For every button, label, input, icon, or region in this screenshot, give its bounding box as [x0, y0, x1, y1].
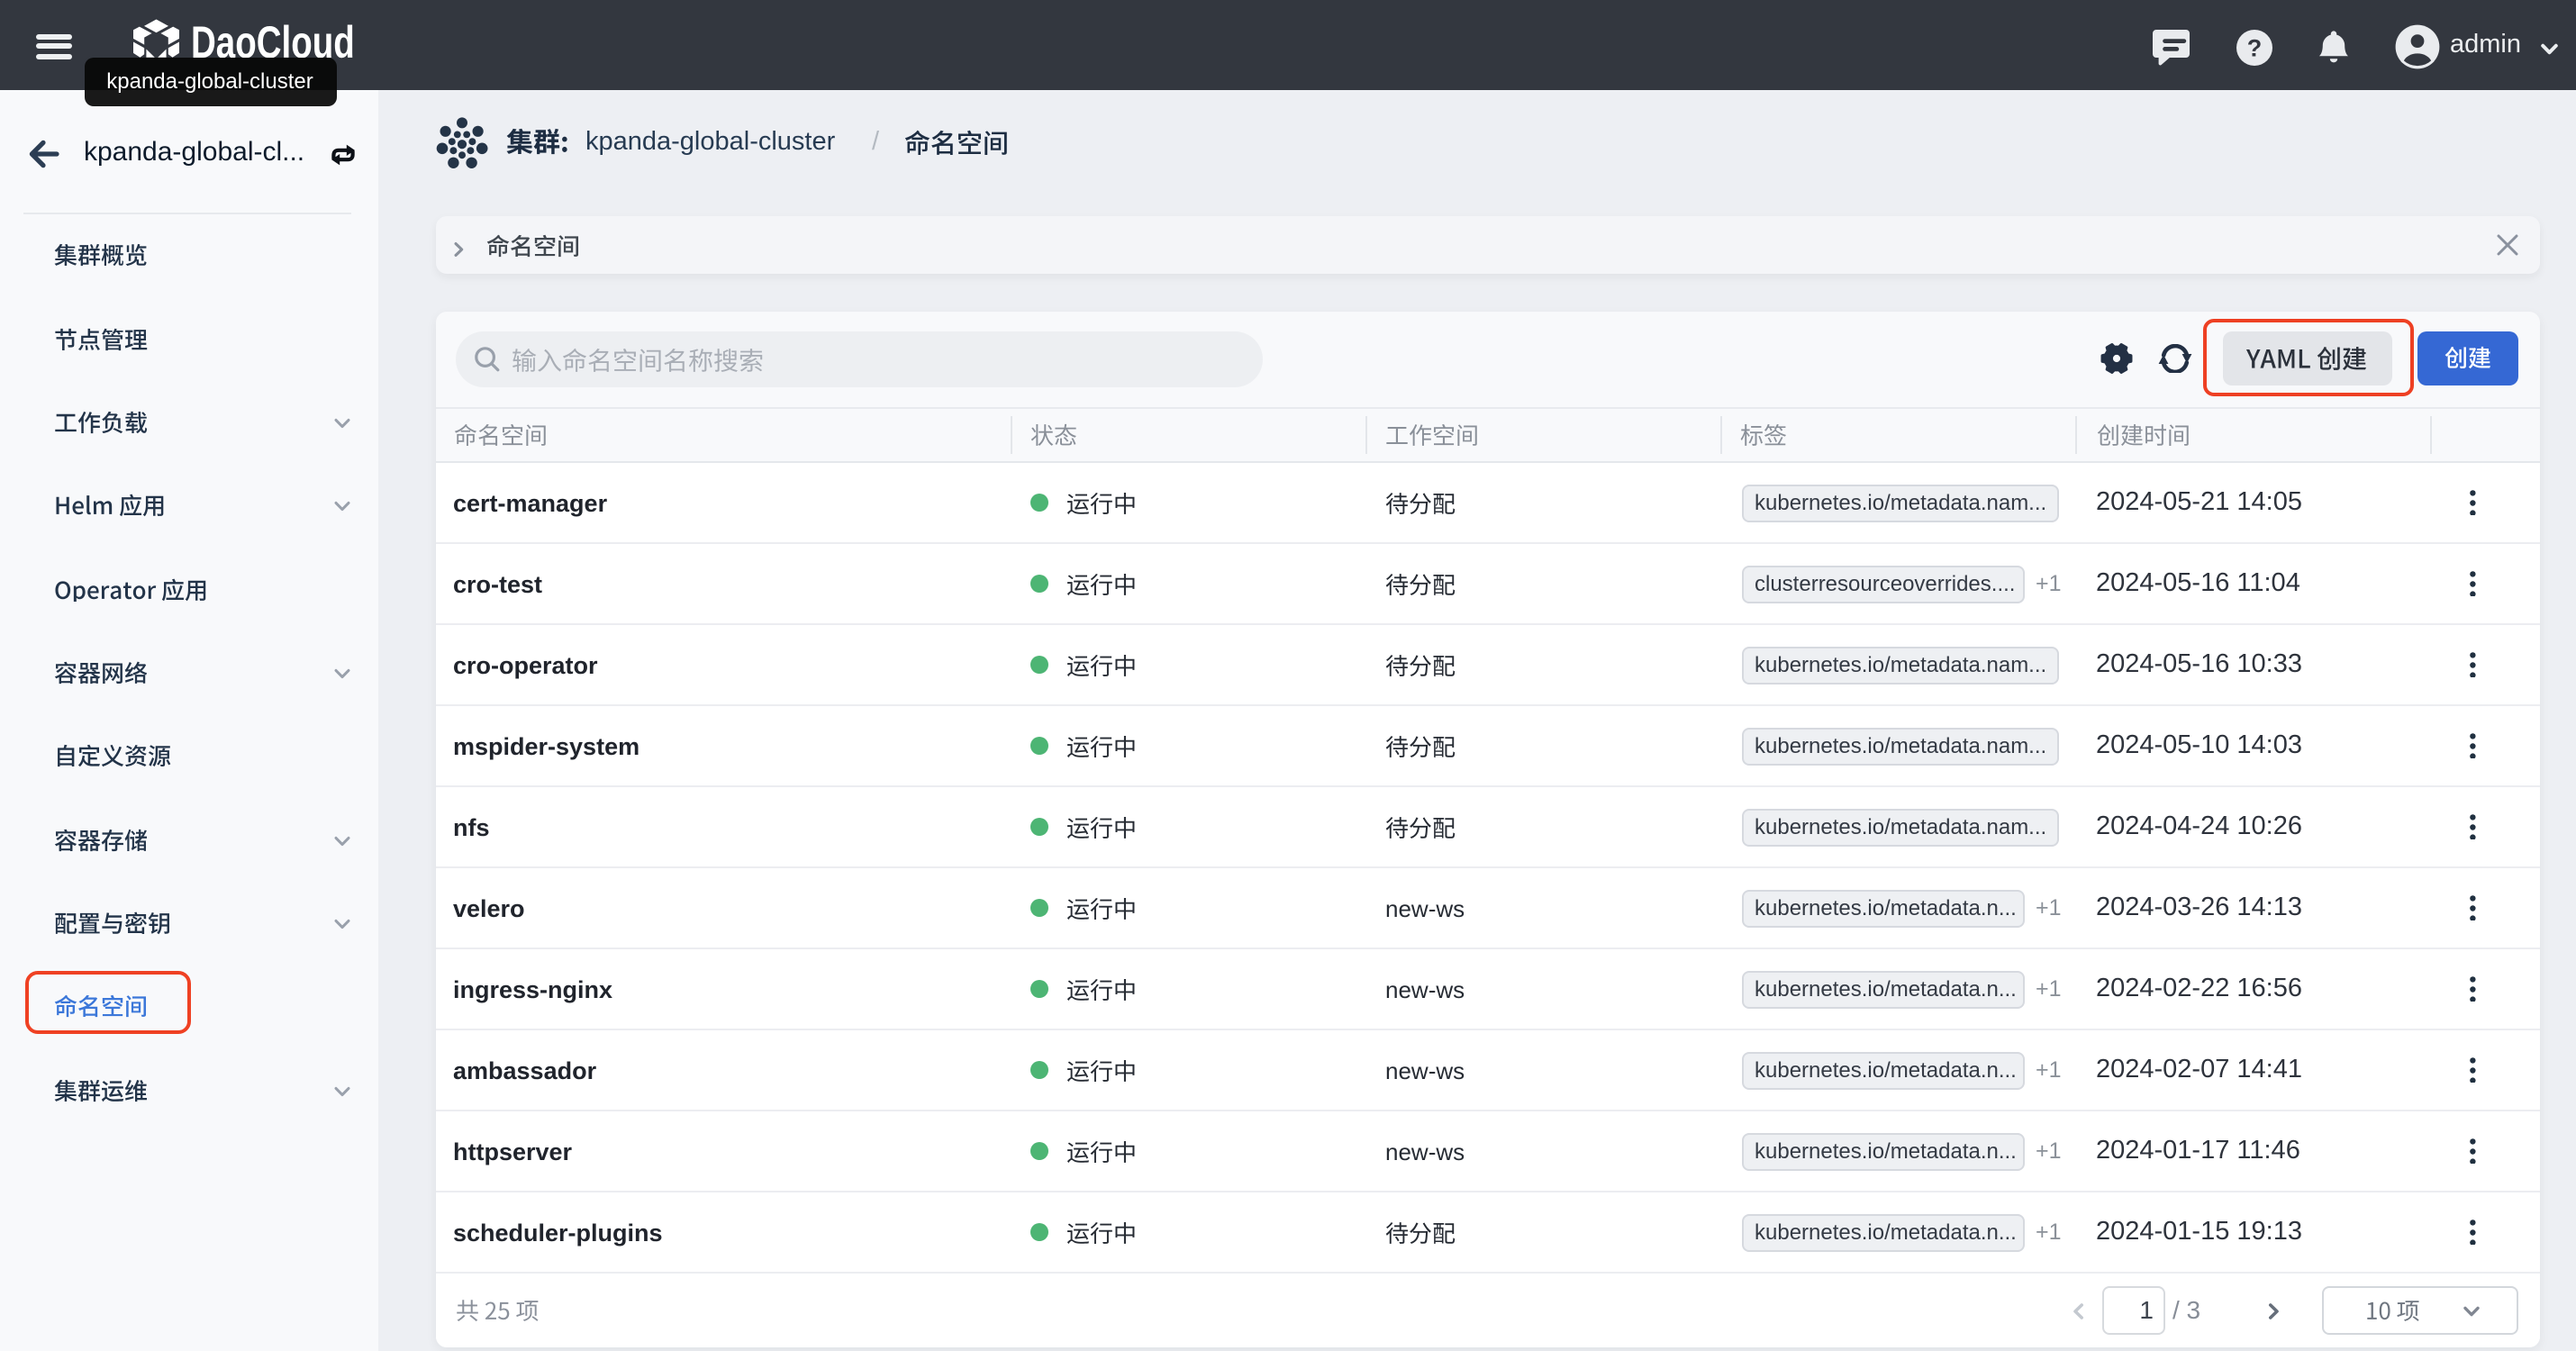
svg-text:?: ? — [2246, 33, 2262, 60]
